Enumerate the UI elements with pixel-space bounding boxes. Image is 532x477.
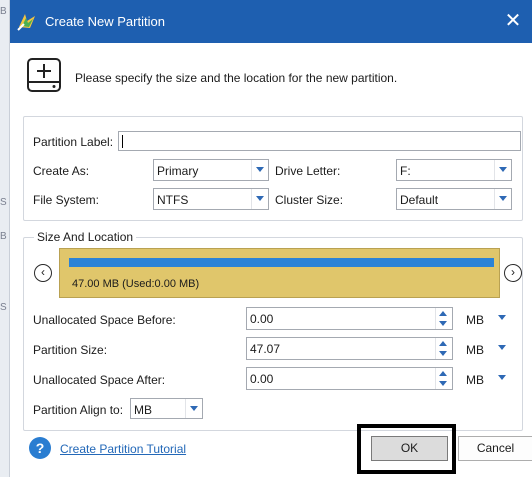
spin-buttons[interactable] bbox=[435, 368, 452, 389]
size-location-title: Size And Location bbox=[34, 230, 137, 244]
chevron-down-icon[interactable] bbox=[494, 160, 511, 180]
partition-size-input[interactable]: 47.07 bbox=[246, 337, 453, 360]
file-system-label: File System: bbox=[33, 193, 100, 207]
drive-letter-select[interactable]: F: bbox=[396, 159, 512, 181]
partition-label-label: Partition Label: bbox=[33, 135, 114, 149]
chevron-down-icon[interactable] bbox=[497, 343, 507, 353]
instruction-text: Please specify the size and the location… bbox=[75, 71, 398, 85]
text-caret bbox=[122, 135, 123, 148]
unallocated-before-unit: MB bbox=[466, 313, 484, 327]
dialog-title: Create New Partition bbox=[45, 14, 165, 29]
chevron-down-icon[interactable] bbox=[251, 160, 268, 180]
align-select[interactable]: MB bbox=[130, 398, 203, 419]
chevron-left-icon[interactable]: ‹ bbox=[34, 264, 52, 282]
partition-size-label: Partition Size: bbox=[33, 343, 108, 357]
unallocated-after-value: 0.00 bbox=[250, 372, 274, 386]
ok-button[interactable]: OK bbox=[371, 436, 448, 461]
tutorial-link[interactable]: Create Partition Tutorial bbox=[60, 442, 186, 456]
partition-size-unit: MB bbox=[466, 343, 484, 357]
spin-buttons[interactable] bbox=[435, 308, 452, 329]
chevron-down-icon[interactable] bbox=[185, 399, 202, 418]
background-mark: B bbox=[0, 6, 7, 17]
background-mark: S bbox=[0, 302, 7, 313]
unallocated-after-unit: MB bbox=[466, 373, 484, 387]
chevron-down-icon[interactable] bbox=[497, 373, 507, 383]
unallocated-after-input[interactable]: 0.00 bbox=[246, 367, 453, 390]
align-value: MB bbox=[134, 403, 152, 417]
help-icon[interactable]: ? bbox=[29, 437, 51, 459]
cluster-size-label: Cluster Size: bbox=[275, 193, 344, 207]
chevron-down-icon[interactable] bbox=[494, 189, 511, 209]
app-icon bbox=[17, 14, 35, 31]
unallocated-before-input[interactable]: 0.00 bbox=[246, 307, 453, 330]
disk-map[interactable]: 47.00 MB (Used:0.00 MB) bbox=[59, 248, 500, 298]
close-icon[interactable]: ✕ bbox=[493, 0, 532, 43]
drive-letter-label: Drive Letter: bbox=[275, 164, 341, 178]
title-bar[interactable]: Create New Partition ✕ bbox=[10, 0, 532, 43]
chevron-right-icon[interactable]: › bbox=[504, 264, 522, 282]
cluster-size-value: Default bbox=[400, 193, 439, 207]
chevron-down-icon[interactable] bbox=[497, 313, 507, 323]
unallocated-before-value: 0.00 bbox=[250, 312, 274, 326]
spin-buttons[interactable] bbox=[435, 338, 452, 359]
create-partition-dialog: Create New Partition ✕ Please specify th… bbox=[9, 0, 532, 477]
file-system-select[interactable]: NTFS bbox=[153, 188, 269, 210]
partition-label-input[interactable] bbox=[118, 131, 521, 151]
create-as-select[interactable]: Primary bbox=[153, 159, 269, 181]
background-mark: B bbox=[0, 231, 7, 242]
cluster-size-select[interactable]: Default bbox=[396, 188, 512, 210]
background-mark: S bbox=[0, 197, 7, 208]
unallocated-after-label: Unallocated Space After: bbox=[33, 373, 166, 387]
disk-info-text: 47.00 MB (Used:0.00 MB) bbox=[72, 278, 200, 290]
chevron-down-icon[interactable] bbox=[251, 189, 268, 209]
file-system-value: NTFS bbox=[157, 193, 189, 207]
create-as-value: Primary bbox=[157, 164, 199, 178]
drive-letter-value: F: bbox=[400, 164, 411, 178]
unallocated-before-label: Unallocated Space Before: bbox=[33, 313, 176, 327]
cancel-button[interactable]: Cancel bbox=[458, 436, 532, 461]
create-as-label: Create As: bbox=[33, 164, 90, 178]
align-label: Partition Align to: bbox=[33, 403, 124, 417]
partition-size-value: 47.07 bbox=[250, 342, 281, 356]
add-disk-icon bbox=[27, 58, 61, 92]
used-space-bar bbox=[69, 258, 494, 267]
